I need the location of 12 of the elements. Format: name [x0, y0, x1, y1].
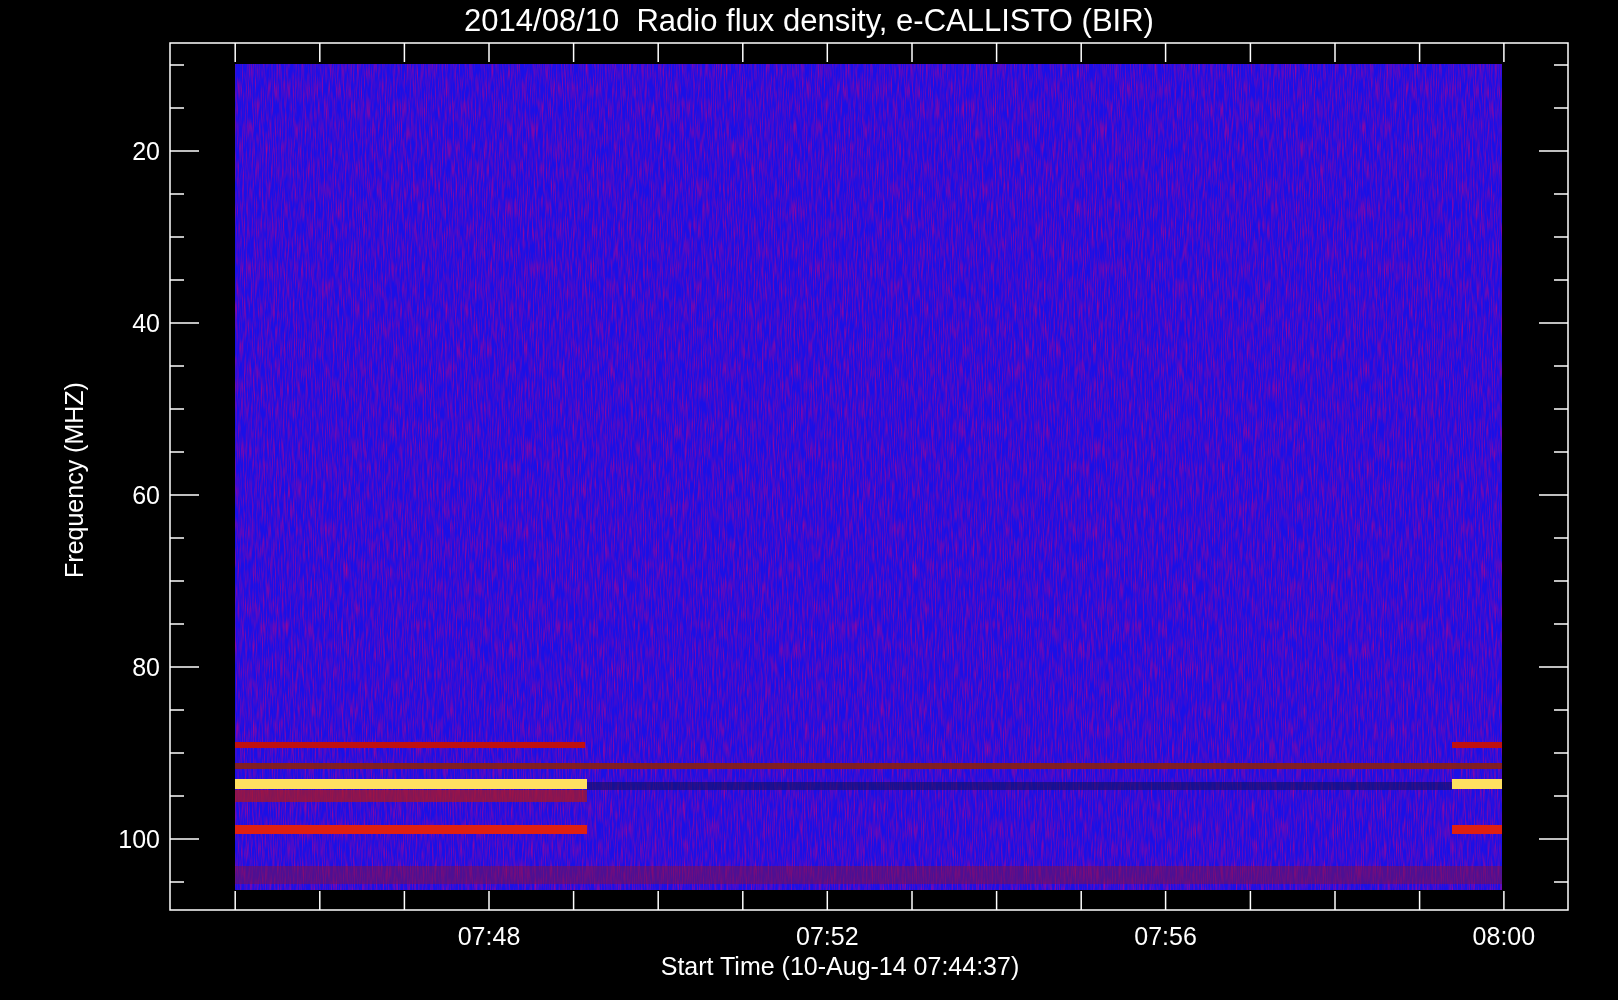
y-tick-label: 20	[132, 137, 160, 165]
x-axis-label: Start Time (10-Aug-14 07:44:37)	[660, 952, 1020, 980]
x-tick-label: 07:52	[796, 922, 859, 950]
x-tick-label: 08:00	[1472, 922, 1536, 950]
x-tick-label: 07:56	[1134, 922, 1197, 950]
y-tick-label: 100	[118, 825, 160, 853]
y-tick-label: 80	[132, 653, 160, 681]
y-tick-label: 60	[132, 481, 160, 509]
x-tick-label: 07:48	[457, 922, 521, 950]
chart-title: 2014/08/10 Radio flux density, e-CALLISTO (BIR)	[464, 3, 1154, 38]
y-axis-label: Frequency (MHZ)	[60, 382, 88, 578]
y-tick-label: 40	[132, 309, 160, 337]
